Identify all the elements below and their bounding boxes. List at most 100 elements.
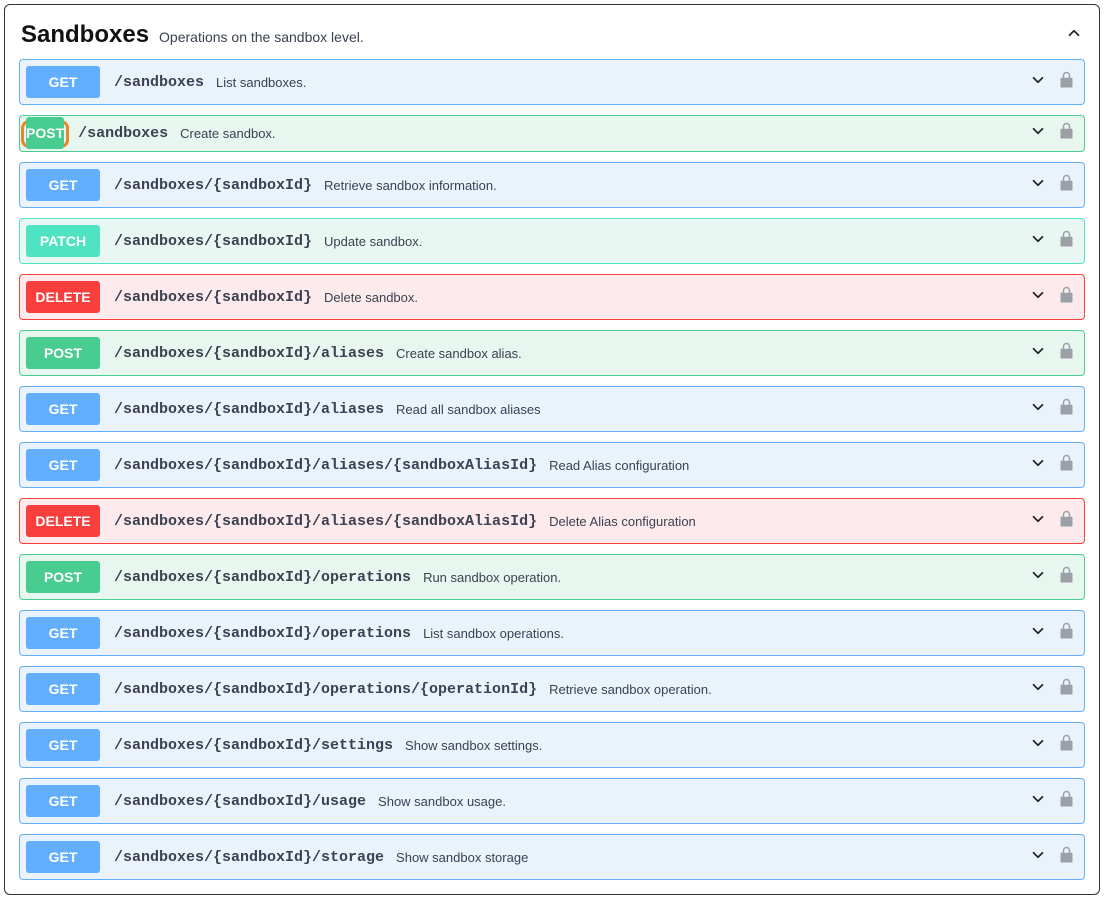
endpoint-path: /sandboxes/{sandboxId}/aliases/{sandboxA… [114, 513, 537, 530]
http-method-badge: GET [26, 841, 100, 873]
endpoint-path: /sandboxes/{sandboxId}/operations [114, 569, 411, 586]
endpoint-summary: Read Alias configuration [549, 458, 689, 473]
endpoint-path: /sandboxes/{sandboxId}/usage [114, 793, 366, 810]
chevron-up-icon[interactable] [1065, 24, 1083, 47]
operations-list: GET/sandboxes List sandboxes. POST/sandbox… [19, 59, 1085, 880]
chevron-down-icon[interactable] [1029, 510, 1047, 533]
operation-row[interactable]: GET/sandboxes/{sandboxId}/settings Show s… [19, 722, 1085, 768]
endpoint-path: /sandboxes/{sandboxId}/storage [114, 849, 384, 866]
endpoint-summary: Delete Alias configuration [549, 514, 696, 529]
section-header[interactable]: Sandboxes Operations on the sandbox leve… [19, 17, 1085, 59]
chevron-down-icon[interactable] [1029, 846, 1047, 869]
row-actions [1029, 510, 1074, 533]
endpoint-summary: Retrieve sandbox operation. [549, 682, 712, 697]
http-method-badge: POST [26, 561, 100, 593]
api-section: Sandboxes Operations on the sandbox leve… [4, 4, 1100, 895]
lock-icon[interactable] [1059, 71, 1074, 94]
chevron-down-icon[interactable] [1029, 678, 1047, 701]
lock-icon[interactable] [1059, 286, 1074, 309]
endpoint-summary: Show sandbox settings. [405, 738, 542, 753]
endpoint-summary: Create sandbox alias. [396, 346, 522, 361]
chevron-down-icon[interactable] [1029, 398, 1047, 421]
endpoint-summary: Retrieve sandbox information. [324, 178, 497, 193]
operation-row[interactable]: POST/sandboxes/{sandboxId}/aliasesCreate… [19, 330, 1085, 376]
endpoint-path: /sandboxes/{sandboxId}/aliases/{sandboxA… [114, 457, 537, 474]
endpoint-path: /sandboxes [78, 125, 168, 142]
lock-icon[interactable] [1059, 790, 1074, 813]
http-method-badge: GET [26, 66, 100, 98]
row-actions [1029, 122, 1074, 145]
chevron-down-icon[interactable] [1029, 230, 1047, 253]
row-actions [1029, 734, 1074, 757]
chevron-down-icon[interactable] [1029, 122, 1047, 145]
http-method-badge: DELETE [26, 505, 100, 537]
endpoint-summary: Read all sandbox aliases [396, 402, 541, 417]
operation-row[interactable]: POST/sandboxes Create sandbox. [19, 115, 1085, 152]
http-method-badge: GET [26, 449, 100, 481]
operation-row[interactable]: GET/sandboxes/{sandboxId}/operations/{op… [19, 666, 1085, 712]
lock-icon[interactable] [1059, 398, 1074, 421]
chevron-down-icon[interactable] [1029, 734, 1047, 757]
row-actions [1029, 790, 1074, 813]
lock-icon[interactable] [1059, 174, 1074, 197]
operation-row[interactable]: GET/sandboxes/{sandboxId}/usageShow sand… [19, 778, 1085, 824]
chevron-down-icon[interactable] [1029, 790, 1047, 813]
http-method-badge: GET [26, 617, 100, 649]
operation-row[interactable]: GET/sandboxes/{sandboxId}/storage Show sa… [19, 834, 1085, 880]
endpoint-path: /sandboxes/{sandboxId}/settings [114, 737, 393, 754]
lock-icon[interactable] [1059, 230, 1074, 253]
endpoint-summary: Create sandbox. [180, 126, 275, 141]
endpoint-summary: Run sandbox operation. [423, 570, 561, 585]
chevron-down-icon[interactable] [1029, 566, 1047, 589]
row-actions [1029, 286, 1074, 309]
chevron-down-icon[interactable] [1029, 174, 1047, 197]
endpoint-path: /sandboxes/{sandboxId} [114, 177, 312, 194]
section-header-left: Sandboxes Operations on the sandbox leve… [21, 21, 364, 49]
http-method-badge: POST [26, 117, 64, 149]
lock-icon[interactable] [1059, 566, 1074, 589]
lock-icon[interactable] [1059, 454, 1074, 477]
chevron-down-icon[interactable] [1029, 342, 1047, 365]
http-method-badge: GET [26, 729, 100, 761]
endpoint-path: /sandboxes [114, 74, 204, 91]
endpoint-summary: List sandboxes. [216, 75, 306, 90]
http-method-badge: DELETE [26, 281, 100, 313]
chevron-down-icon[interactable] [1029, 622, 1047, 645]
section-description: Operations on the sandbox level. [159, 29, 364, 45]
chevron-down-icon[interactable] [1029, 286, 1047, 309]
row-actions [1029, 622, 1074, 645]
endpoint-summary: Update sandbox. [324, 234, 422, 249]
operation-row[interactable]: PATCH/sandboxes/{sandboxId} Update sandbo… [19, 218, 1085, 264]
row-actions [1029, 230, 1074, 253]
endpoint-summary: Show sandbox usage. [378, 794, 506, 809]
endpoint-path: /sandboxes/{sandboxId}/aliases [114, 345, 384, 362]
lock-icon[interactable] [1059, 846, 1074, 869]
chevron-down-icon[interactable] [1029, 71, 1047, 94]
row-actions [1029, 846, 1074, 869]
operation-row[interactable]: POST/sandboxes/{sandboxId}/operations Run… [19, 554, 1085, 600]
row-actions [1029, 454, 1074, 477]
lock-icon[interactable] [1059, 622, 1074, 645]
operation-row[interactable]: GET/sandboxes/{sandboxId}/aliases/{sandb… [19, 442, 1085, 488]
operation-row[interactable]: GET/sandboxes List sandboxes. [19, 59, 1085, 105]
section-title: Sandboxes [21, 21, 149, 49]
lock-icon[interactable] [1059, 678, 1074, 701]
operation-row[interactable]: DELETE/sandboxes/{sandboxId}/aliases/{sa… [19, 498, 1085, 544]
operation-row[interactable]: GET/sandboxes/{sandboxId}Retrieve sandbo… [19, 162, 1085, 208]
endpoint-summary: Show sandbox storage [396, 850, 528, 865]
http-method-badge: PATCH [26, 225, 100, 257]
lock-icon[interactable] [1059, 342, 1074, 365]
chevron-down-icon[interactable] [1029, 454, 1047, 477]
row-actions [1029, 71, 1074, 94]
operation-row[interactable]: DELETE/sandboxes/{sandboxId}Delete sandb… [19, 274, 1085, 320]
endpoint-path: /sandboxes/{sandboxId}/aliases [114, 401, 384, 418]
http-method-badge: GET [26, 673, 100, 705]
lock-icon[interactable] [1059, 510, 1074, 533]
operation-row[interactable]: GET/sandboxes/{sandboxId}/aliases Read al… [19, 386, 1085, 432]
http-method-badge: GET [26, 393, 100, 425]
lock-icon[interactable] [1059, 734, 1074, 757]
endpoint-path: /sandboxes/{sandboxId} [114, 233, 312, 250]
row-actions [1029, 174, 1074, 197]
lock-icon[interactable] [1059, 122, 1074, 145]
operation-row[interactable]: GET/sandboxes/{sandboxId}/operationsList… [19, 610, 1085, 656]
